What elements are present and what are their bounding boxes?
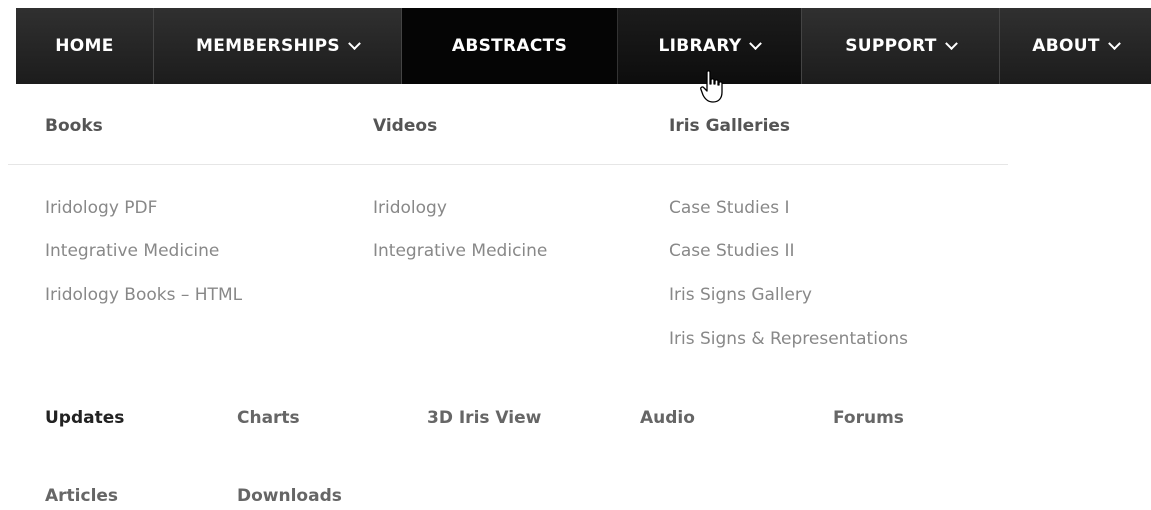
- link-audio[interactable]: Audio: [640, 408, 695, 428]
- chevron-down-icon: [749, 36, 763, 50]
- nav-library-label: LIBRARY: [658, 36, 742, 56]
- link-iridology-pdf[interactable]: Iridology PDF: [45, 198, 157, 218]
- link-iridology-video[interactable]: Iridology: [373, 198, 447, 218]
- nav-about[interactable]: ABOUT: [1000, 8, 1151, 84]
- link-integrative-medicine-video[interactable]: Integrative Medicine: [373, 241, 547, 261]
- hand-pointer-icon: [700, 70, 723, 103]
- nav-memberships[interactable]: MEMBERSHIPS: [154, 8, 402, 84]
- link-articles[interactable]: Articles: [45, 486, 118, 506]
- link-updates[interactable]: Updates: [45, 408, 124, 428]
- link-case-studies-1[interactable]: Case Studies I: [669, 198, 790, 218]
- link-downloads[interactable]: Downloads: [237, 486, 342, 506]
- link-iris-signs-representations[interactable]: Iris Signs & Representations: [669, 329, 908, 349]
- link-charts[interactable]: Charts: [237, 408, 300, 428]
- link-iris-signs-gallery[interactable]: Iris Signs Gallery: [669, 285, 812, 305]
- link-3d-iris-view[interactable]: 3D Iris View: [427, 408, 541, 428]
- dropdown-heading-iris-galleries: Iris Galleries: [669, 116, 791, 136]
- link-case-studies-2[interactable]: Case Studies II: [669, 241, 795, 261]
- chevron-down-icon: [1107, 36, 1121, 50]
- dropdown-divider: [8, 164, 1008, 165]
- nav-memberships-label: MEMBERSHIPS: [196, 36, 340, 56]
- nav-support[interactable]: SUPPORT: [802, 8, 1000, 84]
- chevron-down-icon: [348, 36, 361, 50]
- chevron-down-icon: [944, 36, 958, 50]
- link-forums[interactable]: Forums: [833, 408, 904, 428]
- link-iridology-books-html[interactable]: Iridology Books – HTML: [45, 285, 242, 305]
- nav-home[interactable]: HOME: [16, 8, 154, 84]
- nav-support-label: SUPPORT: [845, 36, 937, 56]
- nav-about-label: ABOUT: [1032, 36, 1100, 56]
- dropdown-heading-videos: Videos: [373, 116, 438, 136]
- nav-home-label: HOME: [55, 36, 114, 56]
- link-integrative-medicine-book[interactable]: Integrative Medicine: [45, 241, 219, 261]
- dropdown-heading-books: Books: [45, 116, 103, 136]
- nav-abstracts[interactable]: ABSTRACTS: [402, 8, 618, 84]
- nav-abstracts-label: ABSTRACTS: [451, 36, 568, 56]
